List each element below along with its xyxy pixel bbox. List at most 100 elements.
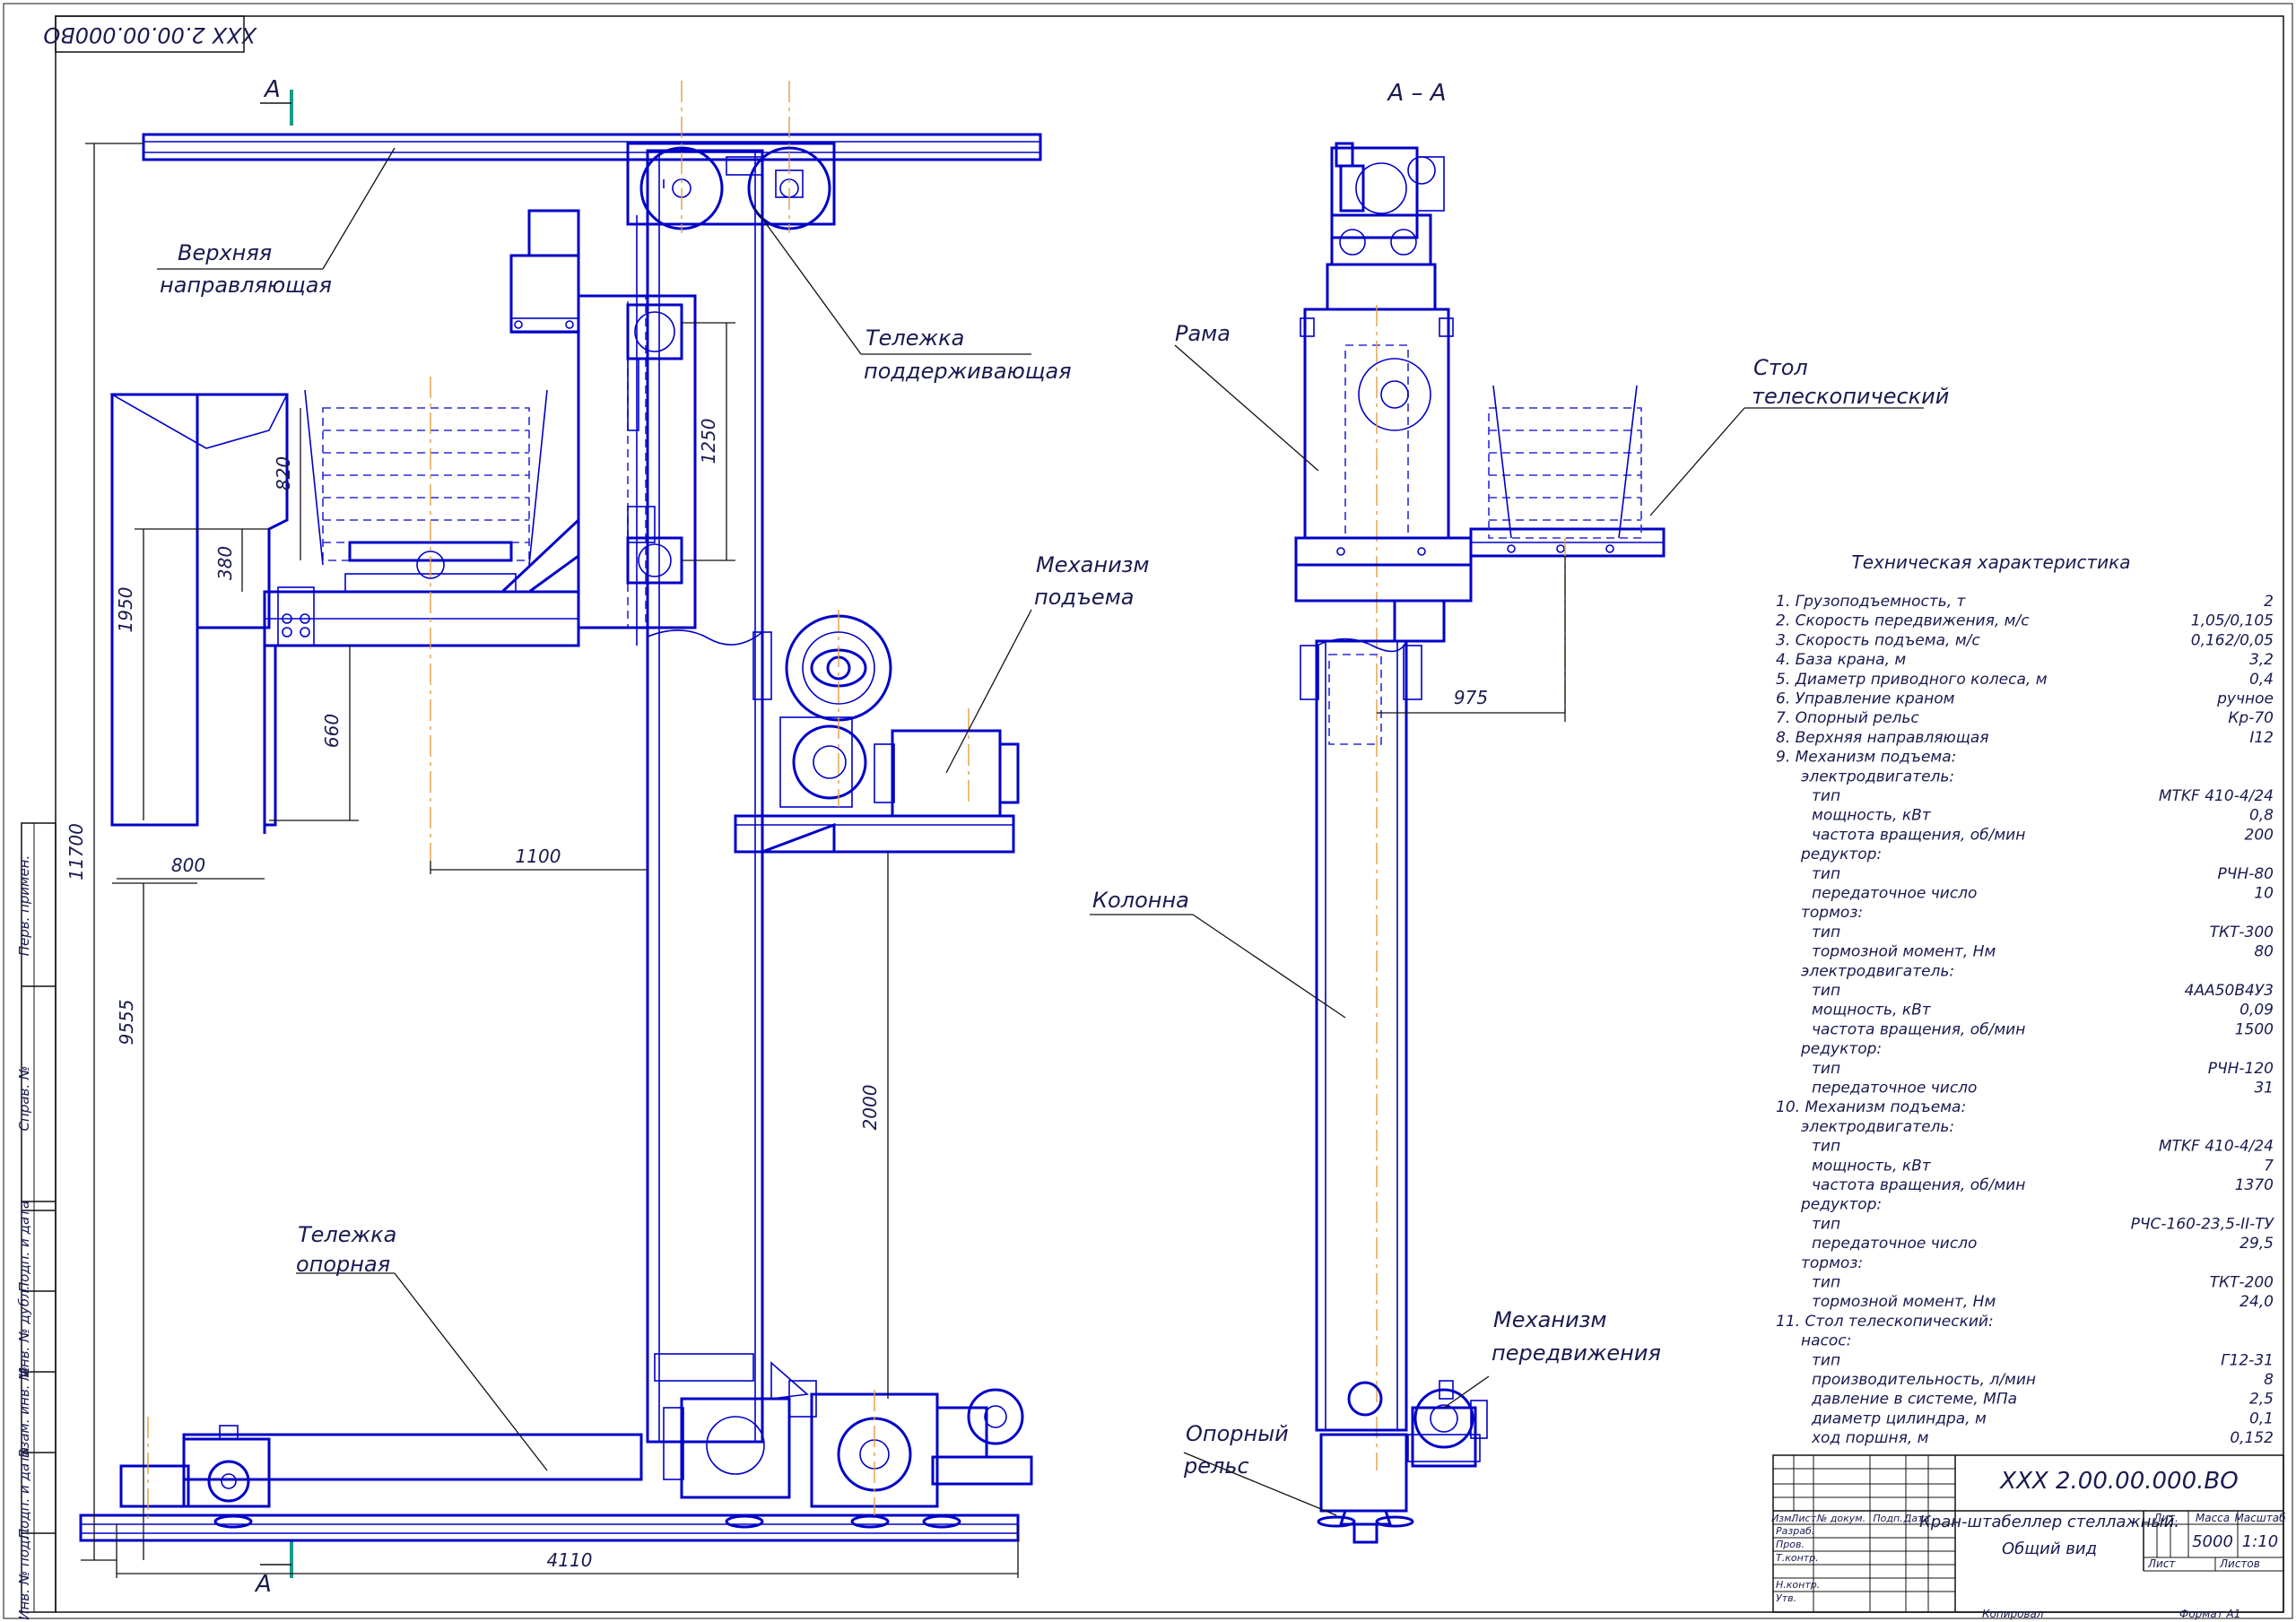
drawing-sheet: XXX 2.00.00.000ВО Перв. примен. Справ. №… — [3, 3, 2293, 1620]
spec-row-label: 10. Механизм подъема: — [1776, 1098, 1966, 1116]
section-bottom — [1317, 1380, 1488, 1544]
spec-row-label: электродвигатель: — [1801, 768, 1954, 785]
spec-row-label: тип — [1812, 982, 1840, 1000]
stamp-sprav: Справ. № — [16, 1066, 32, 1132]
spec-row-label: частота вращения, об/мин — [1812, 826, 2025, 844]
spec-row-label: 1. Грузоподъемность, т — [1776, 593, 1967, 611]
spec-row-label: частота вращения, об/мин — [1812, 1176, 2025, 1194]
spec-row-label: тип — [1812, 1351, 1840, 1369]
dim-1950: 1950 — [115, 587, 136, 633]
section-title: А – А — [1386, 80, 1446, 107]
label-telescopic-table-1: Стол — [1753, 355, 1808, 380]
spec-row-value: ТКТ-200 — [2210, 1274, 2274, 1292]
carriage-motor — [509, 209, 580, 334]
spec-row-value: 2,5 — [2249, 1391, 2274, 1409]
tb-name-1: Кран-штабеллер стеллажный. — [1919, 1513, 2179, 1531]
spec-row-value: 0,09 — [2239, 1002, 2274, 1019]
spec-row-label: электродвигатель: — [1801, 962, 1954, 980]
stamp-podp-data-1: Подп. и дата — [16, 1201, 32, 1292]
spec-row-label: редуктор: — [1800, 846, 1882, 863]
spec-row-label: мощность, кВт — [1812, 807, 1932, 825]
spec-row-label: ход поршня, м — [1811, 1429, 1929, 1447]
section-table — [1294, 385, 1665, 717]
spec-row-value: 8 — [2264, 1371, 2274, 1389]
dim-1100: 1100 — [516, 846, 561, 867]
section-top-mechanism — [1326, 142, 1445, 311]
label-upper-guide-1: Верхняя — [178, 240, 272, 265]
spec-row-label: тормоз: — [1801, 1254, 1863, 1272]
spec-row-value: 10 — [2254, 885, 2274, 903]
label-travel-mechanism-2: передвижения — [1492, 1340, 1661, 1366]
spec-row-value: 3,2 — [2249, 651, 2274, 669]
tb-col-list: Лист — [1790, 1513, 1816, 1524]
label-support-trolley-2: поддерживающая — [864, 359, 1072, 384]
spec-row-label: тормозной момент, Нм — [1812, 943, 1996, 961]
tb-hdr-lit: Лит. — [2152, 1512, 2179, 1524]
tb-sheets-label: Листов — [2219, 1557, 2260, 1570]
tb-col-sign: Подп. — [1873, 1513, 1902, 1524]
spec-row-label: 2. Скорость передвижения, м/с — [1776, 612, 2030, 630]
spec-row-value: MTKF 410-4/24 — [2159, 1138, 2274, 1156]
spec-row-label: 3. Скорость подъема, м/с — [1776, 631, 1980, 649]
stamp-inv-dubl: Инв. № дубл. — [16, 1286, 32, 1378]
tb-format: Формат А1 — [2179, 1608, 2240, 1620]
spec-row-value: 1500 — [2235, 1020, 2274, 1038]
spec-row-label: мощность, кВт — [1812, 1157, 1932, 1175]
spec-row-label: тип — [1812, 865, 1840, 883]
dim-800: 800 — [171, 854, 205, 876]
tb-scale: 1:10 — [2242, 1532, 2278, 1551]
dim-380: 380 — [214, 546, 236, 580]
spec-row-label: 11. Стол телескопический: — [1776, 1313, 1994, 1331]
label-travel-mechanism-1: Механизм — [1493, 1307, 1607, 1332]
spec-row-value: РЧН-80 — [2218, 865, 2274, 883]
base-trolley — [79, 1353, 1033, 1542]
spec-row-label: передаточное число — [1812, 1235, 1977, 1253]
spec-row-value: 0,152 — [2230, 1429, 2274, 1447]
spec-row-label: 7. Опорный рельс — [1776, 709, 1919, 727]
spec-row-value: 29,5 — [2239, 1235, 2274, 1253]
spec-row-label: тормозной момент, Нм — [1812, 1293, 1996, 1311]
label-column: Колонна — [1092, 888, 1189, 913]
section-mark-bottom: А — [254, 1540, 293, 1598]
spec-row-value: MTKF 410-4/24 — [2159, 787, 2274, 805]
svg-text:А: А — [263, 76, 281, 103]
spec-row-label: насос: — [1801, 1332, 1851, 1350]
stamp-inv-podl: Инв. № подл. — [16, 1527, 32, 1619]
lift-mechanism — [734, 614, 1020, 906]
dim-660: 660 — [321, 714, 343, 748]
tb-row-razrab: Разраб. — [1776, 1525, 1814, 1537]
tb-name-2: Общий вид — [2002, 1540, 2097, 1558]
spec-row-value: 0,4 — [2249, 671, 2274, 689]
spec-row-value: 7 — [2264, 1157, 2274, 1175]
spec-row-label: тип — [1812, 1274, 1840, 1292]
spec-row-label: тип — [1812, 1060, 1840, 1078]
label-lift-mechanism-2: подъема — [1034, 585, 1135, 610]
spec-row-value: РЧН-120 — [2208, 1060, 2274, 1078]
spec-row-value: 200 — [2245, 826, 2274, 844]
spec-row-value: 1370 — [2235, 1176, 2274, 1194]
tb-copied: Копировал — [1982, 1608, 2044, 1620]
tb-col-doc: № докум. — [1816, 1513, 1866, 1524]
spec-row-label: передаточное число — [1812, 885, 1977, 903]
label-frame: Рама — [1175, 321, 1231, 346]
spec-row-value: I12 — [2249, 729, 2274, 747]
spec-row-value: 4АА50В4У3 — [2185, 982, 2274, 1000]
tb-mass: 5000 — [2192, 1532, 2233, 1551]
section-column — [1300, 638, 1422, 1432]
side-stamp: Перв. примен. Справ. № Подп. и дата Инв.… — [16, 822, 57, 1620]
upper-guide-beam — [142, 133, 1042, 161]
spec-row-value: 0,1 — [2249, 1409, 2274, 1427]
stamp-perv-primen: Перв. примен. — [16, 855, 32, 957]
spec-row-label: тип — [1812, 924, 1840, 941]
svg-text:А: А — [254, 1571, 272, 1598]
dim-1250: 1250 — [698, 419, 719, 464]
dim-975: 975 — [1454, 687, 1488, 708]
label-upper-guide-2: направляющая — [160, 273, 332, 298]
spec-row-value: 2 — [2264, 593, 2274, 611]
tb-row-utv: Утв. — [1776, 1592, 1796, 1604]
spec-row-value: 31 — [2254, 1080, 2274, 1097]
spec-row-label: давление в системе, МПа — [1811, 1391, 2017, 1409]
spec-row-label: диаметр цилиндра, м — [1811, 1409, 1987, 1427]
spec-row-label: 9. Механизм подъема: — [1776, 749, 1956, 767]
tb-code: XXX 2.00.00.000.ВО — [1998, 1468, 2238, 1495]
